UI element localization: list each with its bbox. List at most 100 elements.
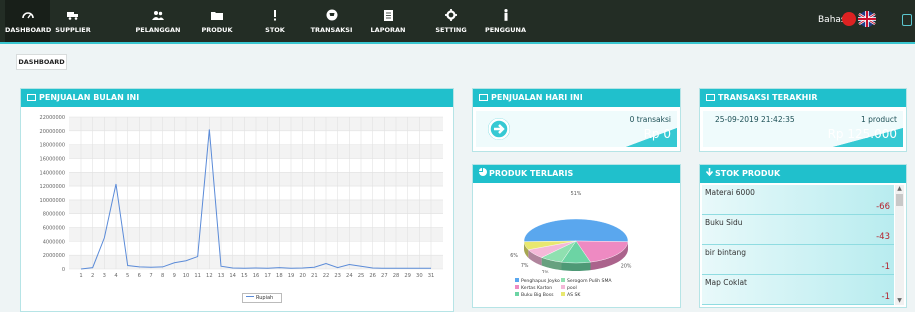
indonesia-flag-icon[interactable] xyxy=(842,12,856,26)
nav-pelanggan[interactable]: PELANGGAN xyxy=(132,0,184,42)
product-name: Map Coklat xyxy=(705,278,748,287)
pie-legend-item[interactable]: pool xyxy=(561,285,577,291)
panel-header: PRODUK TERLARIS xyxy=(473,165,680,183)
panel-title: TRANSAKSI TERAKHIR xyxy=(718,93,818,102)
y-tick-label: 16000000 xyxy=(40,156,65,162)
y-tick-label: 6000000 xyxy=(43,226,65,232)
pie-legend-item[interactable]: Kertas Karton xyxy=(515,285,552,291)
nav-stok[interactable]: STOK xyxy=(260,0,290,42)
x-tick-label: 23 xyxy=(334,273,341,279)
panel-icon xyxy=(706,94,715,101)
x-tick-label: 5 xyxy=(126,273,129,279)
panel-icon xyxy=(27,94,36,101)
panel-title: PRODUK TERLARIS xyxy=(489,169,574,178)
gear-icon xyxy=(445,9,457,21)
scroll-down-icon[interactable]: ▼ xyxy=(895,297,904,305)
legend-label: AS SK xyxy=(567,293,581,298)
x-tick-label: 13 xyxy=(218,273,225,279)
document-icon xyxy=(382,9,394,21)
x-tick-label: 2 xyxy=(91,273,94,279)
legend-label: Rupiah xyxy=(256,295,274,301)
x-tick-label: 7 xyxy=(149,273,152,279)
pie-data-label: 6% xyxy=(510,253,518,259)
y-tick-label: 10000000 xyxy=(40,198,65,204)
last-transaction-box[interactable]: 25-09-2019 21:42:35 1 product Rp 125.000 xyxy=(703,111,903,147)
pie-slice xyxy=(523,218,629,242)
nav-pengguna[interactable]: PENGGUNA xyxy=(478,0,533,42)
panel-title: PENJUALAN HARI INI xyxy=(491,93,583,102)
legend-swatch xyxy=(515,292,519,296)
legend-swatch xyxy=(515,285,519,289)
list-item[interactable]: Materai 6000 -66 xyxy=(702,185,894,215)
uk-flag-icon[interactable] xyxy=(858,11,876,27)
today-sales-box: 0 transaksi Rp 0 xyxy=(476,111,677,147)
scrollbar[interactable]: ▲ ▼ xyxy=(895,185,904,305)
x-tick-label: 28 xyxy=(393,273,400,279)
x-tick-label: 11 xyxy=(194,273,201,279)
panel-title: PENJUALAN BULAN INI xyxy=(39,93,140,102)
list-item[interactable]: Map Coklat -1 xyxy=(702,275,894,305)
best-products-panel: PRODUK TERLARIS 51%20%9%7%7%6% Penghapus… xyxy=(472,164,681,308)
x-tick-label: 24 xyxy=(346,273,353,279)
scroll-thumb[interactable] xyxy=(896,194,903,206)
last-transaction-panel: TRANSAKSI TERAKHIR 25-09-2019 21:42:35 1… xyxy=(699,88,907,152)
nav-label: STOK xyxy=(265,26,285,34)
user-icon xyxy=(500,9,512,21)
y-tick-label: 2000000 xyxy=(43,253,65,259)
nav-setting[interactable]: SETTING xyxy=(432,0,470,42)
nav-produk[interactable]: PRODUK xyxy=(197,0,237,42)
legend-label: pool xyxy=(567,286,577,291)
arrow-right-circle-icon xyxy=(488,118,510,140)
nav-label: PENGGUNA xyxy=(484,26,527,34)
truck-icon xyxy=(67,9,79,21)
list-item[interactable]: Buku Sidu -43 xyxy=(702,215,894,245)
pie-legend-item[interactable]: AS SK xyxy=(561,292,580,298)
x-tick-label: 31 xyxy=(428,273,435,279)
x-tick-label: 1 xyxy=(79,273,82,279)
users-icon xyxy=(152,9,164,21)
nav-dashboard[interactable]: DASHBOARD xyxy=(5,0,51,42)
today-sales-panel: PENJUALAN HARI INI 0 transaksi Rp 0 xyxy=(472,88,681,152)
legend-label: Penghapus Joyko xyxy=(521,279,560,284)
logout-icon[interactable] xyxy=(902,14,912,26)
cart-icon xyxy=(326,9,338,21)
nav-label: TRANSAKSI xyxy=(310,26,353,34)
panel-header: PENJUALAN HARI INI xyxy=(473,89,680,107)
product-name: bir bintang xyxy=(705,248,746,257)
x-tick-label: 10 xyxy=(183,273,190,279)
legend-swatch xyxy=(561,292,565,296)
x-tick-label: 14 xyxy=(229,273,236,279)
y-tick-label: 8000000 xyxy=(43,212,65,218)
list-item[interactable]: bir bintang -1 xyxy=(702,245,894,275)
nav-transaksi[interactable]: TRANSAKSI xyxy=(309,0,354,42)
pie-legend-item[interactable]: Buku Big Boss xyxy=(515,292,554,298)
pie-legend-item[interactable]: Serogom Pulih SMA xyxy=(561,278,612,284)
breadcrumb[interactable]: DASHBOARD xyxy=(16,54,67,70)
product-name: Buku Sidu xyxy=(705,218,743,227)
x-tick-label: 17 xyxy=(264,273,271,279)
y-tick-label: 14000000 xyxy=(40,170,65,176)
stock-qty: -1 xyxy=(881,292,890,302)
top-navbar: DASHBOARD SUPPLIER PELANGGAN PRODUK STOK… xyxy=(0,0,915,44)
monthly-sales-chart: 0200000040000006000000800000010000000120… xyxy=(40,115,443,279)
pie-legend-item[interactable]: Penghapus Joyko xyxy=(515,278,560,284)
x-tick-label: 3 xyxy=(103,273,106,279)
x-tick-label: 19 xyxy=(288,273,295,279)
panel-header: TRANSAKSI TERAKHIR xyxy=(700,89,906,107)
panel-header: STOK PRODUK xyxy=(700,165,906,183)
y-tick-label: 20000000 xyxy=(40,129,65,135)
y-tick-label: 0 xyxy=(62,267,65,273)
nav-supplier[interactable]: SUPPLIER xyxy=(52,0,94,42)
stock-qty: -43 xyxy=(876,232,890,242)
pie-data-label: 51% xyxy=(571,191,582,197)
legend-label: Kertas Karton xyxy=(521,286,553,291)
x-tick-label: 9 xyxy=(173,273,176,279)
transaction-amount: Rp 125.000 xyxy=(827,127,897,141)
stock-qty: -66 xyxy=(876,202,890,212)
nav-label: PELANGGAN xyxy=(135,26,181,34)
x-tick-label: 25 xyxy=(358,273,365,279)
x-tick-label: 27 xyxy=(381,273,388,279)
nav-laporan[interactable]: LAPORAN xyxy=(368,0,408,42)
nav-label: SETTING xyxy=(435,26,467,34)
scroll-up-icon[interactable]: ▲ xyxy=(895,185,904,193)
